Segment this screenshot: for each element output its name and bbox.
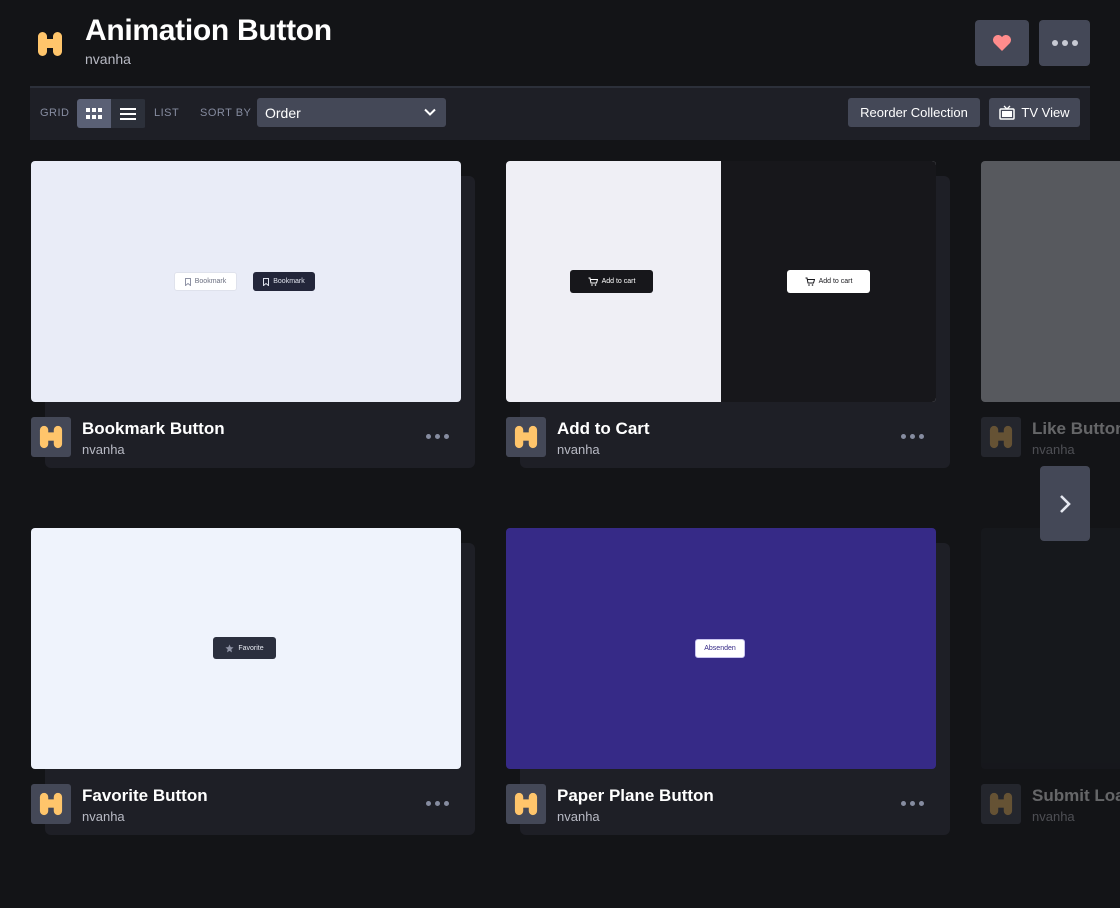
sort-by-label: SORT BY bbox=[200, 107, 252, 119]
grid-label: GRID bbox=[40, 107, 70, 119]
pen-card[interactable]: Add to cart Add to cart Add to Cart nvan… bbox=[506, 161, 950, 469]
pen-title[interactable]: Submit Loader bbox=[1032, 786, 1120, 806]
chevron-right-icon bbox=[1060, 494, 1071, 513]
grid-view-button[interactable] bbox=[77, 99, 111, 128]
more-dots-icon bbox=[426, 801, 449, 806]
avatar[interactable] bbox=[981, 417, 1021, 457]
chevron-down-icon bbox=[424, 108, 436, 116]
pen-title[interactable]: Bookmark Button bbox=[82, 419, 225, 439]
preview-bookmark-button-light: Bookmark bbox=[174, 272, 237, 291]
pen-card[interactable]: Bookmark Bookmark Bookmark Button nvanha bbox=[31, 161, 475, 469]
cart-icon bbox=[588, 277, 598, 286]
more-dots-icon bbox=[901, 434, 924, 439]
view-toggle bbox=[77, 99, 146, 128]
pen-more-button[interactable] bbox=[901, 801, 924, 806]
pen-card[interactable]: Absenden Paper Plane Button nvanha bbox=[506, 528, 950, 836]
page-author[interactable]: nvanha bbox=[85, 51, 131, 67]
pen-more-button[interactable] bbox=[426, 801, 449, 806]
pen-card[interactable]: Like Button nvanha bbox=[981, 161, 1120, 469]
page-title: Animation Button bbox=[85, 14, 332, 47]
cart-icon bbox=[805, 277, 815, 286]
pen-preview[interactable] bbox=[981, 161, 1120, 402]
more-dots-icon bbox=[426, 434, 449, 439]
star-icon bbox=[225, 643, 234, 652]
pen-card[interactable]: Submit Loader nvanha bbox=[981, 528, 1120, 836]
codepen-h-logo-icon bbox=[989, 792, 1013, 816]
grid-icon bbox=[86, 107, 102, 119]
tv-icon bbox=[999, 105, 1016, 120]
pen-more-button[interactable] bbox=[901, 434, 924, 439]
pen-card[interactable]: Favorite Favorite Button nvanha bbox=[31, 528, 475, 836]
heart-icon bbox=[993, 35, 1011, 51]
preview-add-to-cart-button-dark: Add to cart bbox=[570, 270, 653, 293]
collection-toolbar: GRID LIST SORT BY Order Reorder Collecti… bbox=[30, 86, 1090, 140]
more-options-button[interactable] bbox=[1039, 20, 1090, 66]
sort-select[interactable]: Order bbox=[257, 98, 446, 127]
like-button[interactable] bbox=[975, 20, 1029, 66]
list-icon bbox=[120, 108, 136, 120]
avatar[interactable] bbox=[31, 784, 71, 824]
reorder-collection-button[interactable]: Reorder Collection bbox=[848, 98, 980, 127]
pen-title[interactable]: Favorite Button bbox=[82, 786, 208, 806]
tv-view-button[interactable]: TV View bbox=[989, 98, 1080, 127]
collection-logo bbox=[31, 25, 69, 63]
pen-title[interactable]: Paper Plane Button bbox=[557, 786, 714, 806]
preview-add-to-cart-button-light: Add to cart bbox=[787, 270, 870, 293]
bookmark-icon bbox=[184, 277, 191, 286]
preview-bookmark-button-dark: Bookmark bbox=[253, 272, 315, 291]
pen-author[interactable]: nvanha bbox=[1032, 442, 1075, 457]
pen-preview[interactable]: Bookmark Bookmark bbox=[31, 161, 461, 402]
pen-author[interactable]: nvanha bbox=[82, 809, 125, 824]
pen-author[interactable]: nvanha bbox=[82, 442, 125, 457]
pen-preview[interactable]: Favorite bbox=[31, 528, 461, 769]
avatar[interactable] bbox=[506, 417, 546, 457]
reorder-collection-label: Reorder Collection bbox=[860, 105, 968, 120]
next-page-button[interactable] bbox=[1040, 466, 1090, 541]
bookmark-icon bbox=[263, 277, 270, 286]
avatar[interactable] bbox=[31, 417, 71, 457]
pen-author[interactable]: nvanha bbox=[557, 809, 600, 824]
list-view-button[interactable] bbox=[111, 99, 145, 128]
tv-view-label: TV View bbox=[1021, 105, 1070, 120]
avatar[interactable] bbox=[981, 784, 1021, 824]
pen-preview[interactable]: Add to cart Add to cart bbox=[506, 161, 936, 402]
pen-author[interactable]: nvanha bbox=[557, 442, 600, 457]
codepen-h-logo-icon bbox=[514, 425, 538, 449]
sort-select-value: Order bbox=[265, 104, 301, 121]
more-dots-icon bbox=[901, 801, 924, 806]
pen-author[interactable]: nvanha bbox=[1032, 809, 1075, 824]
pen-preview[interactable] bbox=[981, 528, 1120, 769]
codepen-h-logo-icon bbox=[989, 425, 1013, 449]
codepen-h-logo-icon bbox=[39, 792, 63, 816]
pen-more-button[interactable] bbox=[426, 434, 449, 439]
list-label: LIST bbox=[154, 107, 180, 119]
codepen-h-logo-icon bbox=[39, 425, 63, 449]
preview-absenden-button: Absenden bbox=[695, 639, 745, 658]
more-dots-icon bbox=[1051, 40, 1078, 46]
codepen-h-logo-icon bbox=[38, 32, 62, 56]
pen-preview[interactable]: Absenden bbox=[506, 528, 936, 769]
codepen-h-logo-icon bbox=[514, 792, 538, 816]
pen-title[interactable]: Add to Cart bbox=[557, 419, 650, 439]
preview-favorite-button: Favorite bbox=[213, 637, 276, 659]
avatar[interactable] bbox=[506, 784, 546, 824]
pen-title[interactable]: Like Button bbox=[1032, 419, 1120, 439]
